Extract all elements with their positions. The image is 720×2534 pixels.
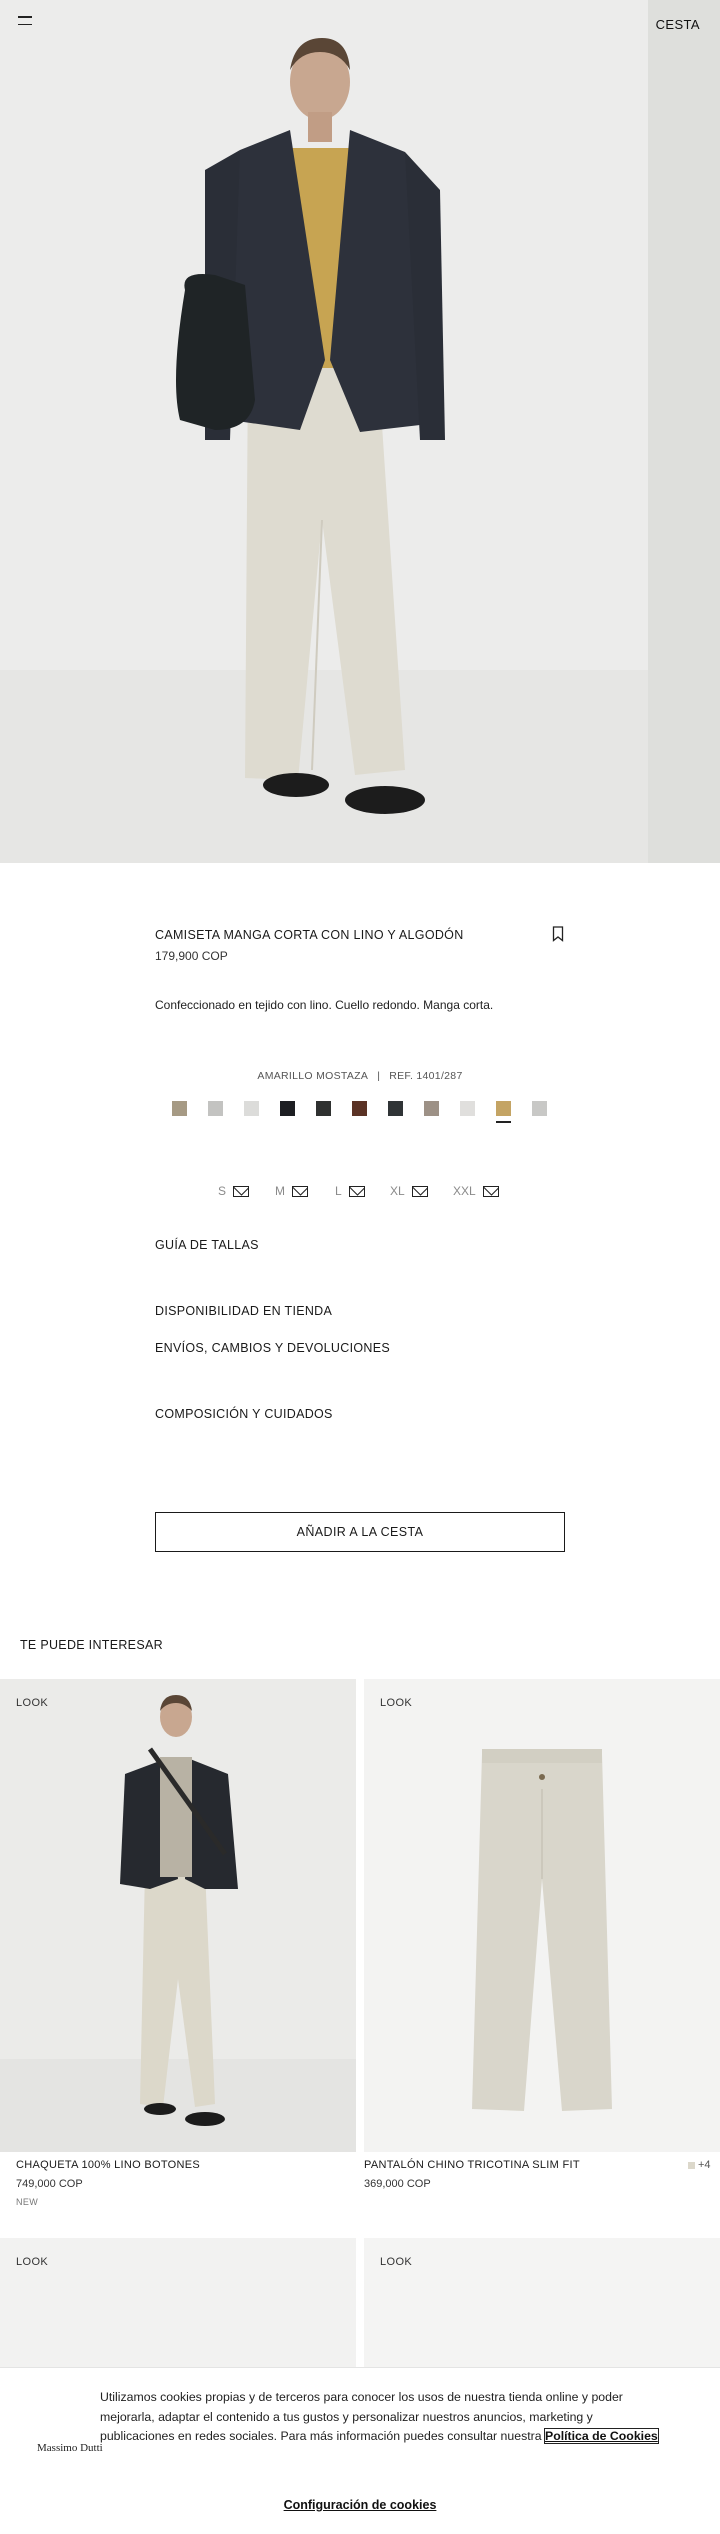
shipping-returns-link[interactable]: ENVÍOS, CAMBIOS Y DEVOLUCIONES — [155, 1341, 390, 1355]
product-reference: REF. 1401/287 — [389, 1070, 463, 1082]
add-to-cart-button[interactable]: AÑADIR A LA CESTA — [155, 1512, 565, 1552]
next-image-preview[interactable] — [648, 0, 720, 863]
color-swatch[interactable] — [208, 1101, 223, 1116]
cart-link[interactable]: CESTA — [656, 17, 700, 32]
color-swatch[interactable] — [460, 1101, 475, 1116]
product-card-image — [364, 1679, 720, 2152]
product-card-price: 369,000 COP — [364, 2178, 431, 2190]
cookie-policy-link[interactable]: Política de Cookies — [544, 2428, 659, 2444]
more-colors-count: +4 — [698, 2159, 711, 2171]
color-swatch[interactable] — [280, 1101, 295, 1116]
size-label: L — [335, 1184, 342, 1198]
look-label: LOOK — [16, 2256, 49, 2268]
brand-logo: Massimo Dutti — [37, 2442, 103, 2454]
recommendations-title: TE PUEDE INTERESAR — [20, 1638, 163, 1652]
color-swatch[interactable] — [424, 1101, 439, 1116]
store-availability-link[interactable]: DISPONIBILIDAD EN TIENDA — [155, 1304, 332, 1318]
color-swatch[interactable] — [388, 1101, 403, 1116]
new-badge: NEW — [16, 2197, 39, 2207]
product-card-image — [0, 1679, 356, 2152]
product-price: 179,900 COP — [155, 949, 228, 963]
product-card-name[interactable]: CHAQUETA 100% LINO BOTONES — [16, 2159, 200, 2171]
color-swatch[interactable] — [496, 1101, 511, 1123]
size-label: S — [218, 1184, 227, 1198]
look-label: LOOK — [380, 2256, 413, 2268]
product-description: Confeccionado en tejido con lino. Cuello… — [155, 998, 494, 1012]
notify-mail-icon[interactable] — [348, 1185, 365, 1197]
notify-mail-icon[interactable] — [482, 1185, 499, 1197]
composition-care-link[interactable]: COMPOSICIÓN Y CUIDADOS — [155, 1407, 333, 1421]
cookie-banner: Massimo Dutti Utilizamos cookies propias… — [0, 2368, 720, 2534]
cookie-message: Utilizamos cookies propias y de terceros… — [100, 2388, 660, 2447]
size-label: XL — [390, 1184, 405, 1198]
separator: | — [377, 1070, 381, 1082]
product-card-name[interactable]: PANTALÓN CHINO TRICOTINA SLIM FIT — [364, 2159, 580, 2171]
color-swatch[interactable] — [532, 1101, 547, 1116]
menu-icon-line — [18, 16, 32, 18]
color-swatch[interactable] — [172, 1101, 187, 1116]
size-option[interactable]: M — [275, 1184, 308, 1198]
size-guide-link[interactable]: GUÍA DE TALLAS — [155, 1238, 259, 1252]
product-card[interactable]: LOOK — [0, 1679, 356, 2152]
notify-mail-icon[interactable] — [292, 1185, 308, 1197]
color-reference-line: AMARILLO MOSTAZA | REF. 1401/287 — [0, 1070, 720, 1082]
bookmark-icon[interactable] — [552, 926, 564, 942]
product-card-price: 749,000 COP — [16, 2178, 83, 2190]
menu-icon-line — [18, 23, 32, 25]
color-swatch[interactable] — [244, 1101, 259, 1116]
model-illustration — [0, 0, 648, 863]
color-dot-icon — [688, 2161, 695, 2169]
more-colors-indicator: +4 — [688, 2159, 711, 2171]
notify-mail-icon[interactable] — [233, 1185, 250, 1197]
product-title: CAMISETA MANGA CORTA CON LINO Y ALGODÓN — [155, 928, 464, 942]
notify-mail-icon[interactable] — [411, 1185, 428, 1197]
size-option[interactable]: L — [335, 1184, 365, 1198]
color-name: AMARILLO MOSTAZA — [257, 1070, 369, 1082]
size-label: XXL — [453, 1184, 476, 1198]
color-swatch[interactable] — [352, 1101, 367, 1116]
size-option[interactable]: XXL — [453, 1184, 499, 1198]
cookie-settings-link[interactable]: Configuración de cookies — [0, 2498, 720, 2512]
size-option[interactable]: XL — [390, 1184, 428, 1198]
look-label: LOOK — [380, 1697, 413, 1709]
look-label: LOOK — [16, 1697, 49, 1709]
menu-button[interactable] — [18, 16, 36, 30]
color-swatch[interactable] — [316, 1101, 331, 1116]
product-hero-image[interactable] — [0, 0, 720, 863]
size-label: M — [275, 1184, 285, 1198]
size-option[interactable]: S — [218, 1184, 250, 1198]
product-card[interactable]: LOOK — [364, 1679, 720, 2152]
